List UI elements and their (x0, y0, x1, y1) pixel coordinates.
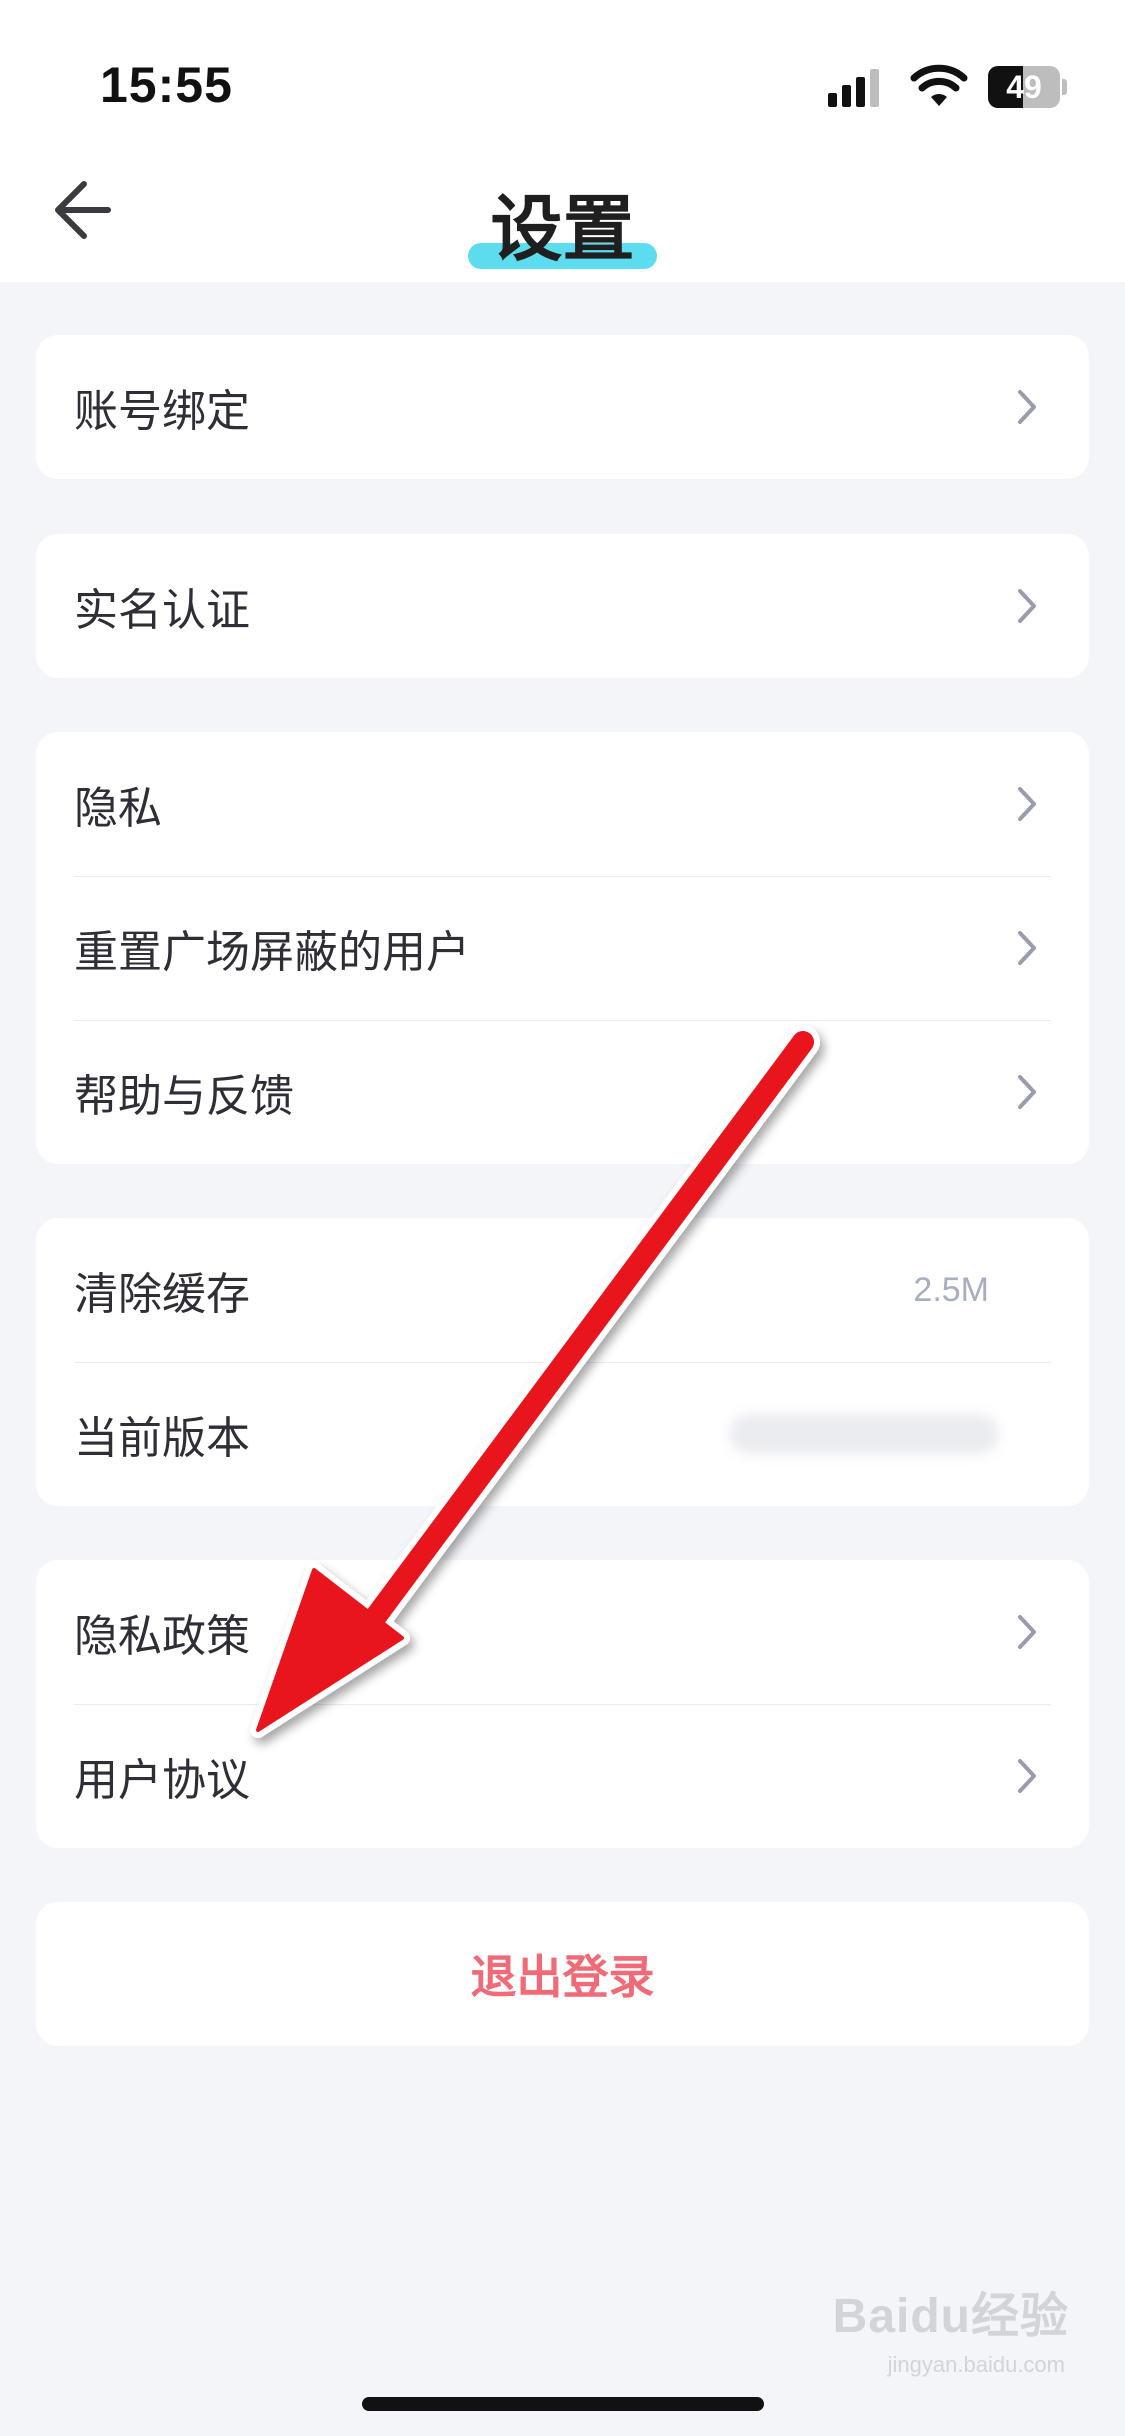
privacy-policy-label: 隐私政策 (74, 1611, 250, 1662)
account-binding-row[interactable]: 账号绑定 (36, 335, 1089, 479)
current-version-row: 当前版本 (36, 1362, 1089, 1506)
chevron-right-icon (1018, 1075, 1036, 1109)
reset-blocked-users-row[interactable]: 重置广场屏蔽的用户 (36, 876, 1089, 1020)
wifi-icon (910, 64, 968, 106)
user-agreement-label: 用户协议 (74, 1755, 250, 1806)
chevron-right-icon (1018, 589, 1036, 623)
baidu-watermark-url: jingyan.baidu.com (887, 2352, 1065, 2377)
privacy-policy-row[interactable]: 隐私政策 (36, 1560, 1089, 1704)
settings-group-legal: 隐私政策 用户协议 (36, 1560, 1089, 1848)
privacy-label: 隐私 (74, 783, 162, 834)
clear-cache-label: 清除缓存 (74, 1269, 250, 1320)
help-feedback-label: 帮助与反馈 (74, 1071, 294, 1122)
clear-cache-row[interactable]: 清除缓存 2.5M (36, 1218, 1089, 1362)
version-value-redacted (729, 1414, 999, 1454)
home-indicator[interactable] (362, 2397, 764, 2411)
chevron-right-icon (1018, 1615, 1036, 1649)
chevron-right-icon (1018, 1759, 1036, 1793)
account-binding-label: 账号绑定 (74, 386, 250, 437)
chevron-right-icon (1018, 931, 1036, 965)
page-title: 设置 (468, 170, 657, 275)
reset-blocked-users-label: 重置广场屏蔽的用户 (74, 927, 470, 978)
battery-icon: 49 (988, 66, 1060, 108)
battery-cap (1062, 79, 1067, 95)
settings-screen: 15:55 49 设置 账号绑定 实名认证 隐私 重置广场屏蔽的用户 帮助与反馈… (0, 0, 1125, 2436)
top-bar: 15:55 49 设置 (0, 0, 1125, 282)
baidu-watermark: Baidu经验 (832, 2290, 1069, 2343)
logout-button[interactable]: 退出登录 (36, 1902, 1089, 2046)
settings-group-privacy: 隐私 重置广场屏蔽的用户 帮助与反馈 (36, 732, 1089, 1164)
status-time: 15:55 (100, 57, 233, 113)
privacy-row[interactable]: 隐私 (36, 732, 1089, 876)
settings-group-verification: 实名认证 (36, 534, 1089, 678)
cache-size-value: 2.5M (913, 1270, 989, 1309)
user-agreement-row[interactable]: 用户协议 (36, 1704, 1089, 1848)
cellular-signal-icon (828, 67, 884, 107)
settings-group-account: 账号绑定 (36, 335, 1089, 479)
settings-group-storage: 清除缓存 2.5M 当前版本 (36, 1218, 1089, 1506)
chevron-right-icon (1018, 787, 1036, 821)
chevron-right-icon (1018, 390, 1036, 424)
real-name-verification-row[interactable]: 实名认证 (36, 534, 1089, 678)
page-title-text: 设置 (490, 187, 635, 271)
status-icons: 49 (828, 64, 1067, 110)
page-title-wrap: 设置 (0, 170, 1125, 275)
battery-level: 49 (1006, 68, 1042, 105)
help-feedback-row[interactable]: 帮助与反馈 (36, 1020, 1089, 1164)
current-version-label: 当前版本 (74, 1413, 250, 1464)
real-name-verification-label: 实名认证 (74, 585, 250, 636)
logout-label: 退出登录 (470, 1950, 655, 2004)
